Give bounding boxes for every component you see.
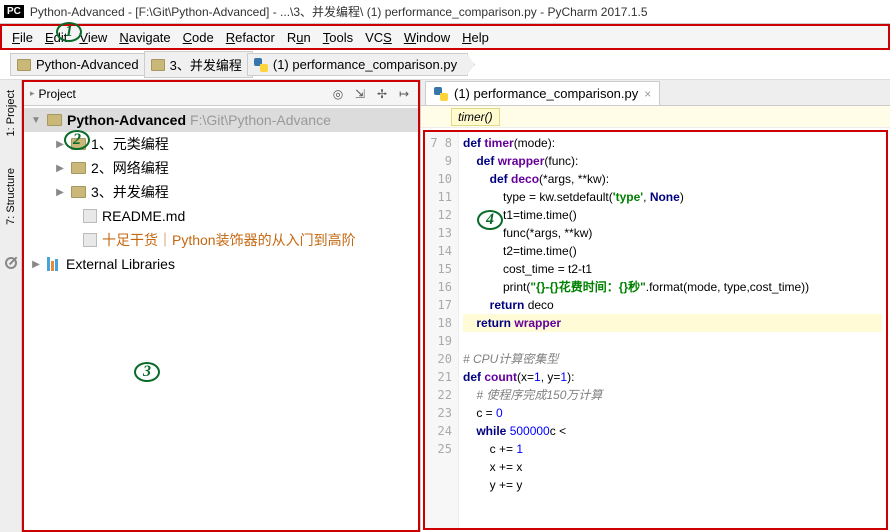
window-title: Python-Advanced - [F:\Git\Python-Advance… <box>30 3 648 20</box>
breadcrumb-item[interactable]: Python-Advanced <box>10 53 150 76</box>
side-tabs: 1: Project 7: Structure <box>0 80 22 532</box>
editor-tabs: (1) performance_comparison.py × <box>421 80 890 106</box>
menu-item[interactable]: Run <box>281 28 317 47</box>
project-header-title[interactable]: Project <box>30 87 330 101</box>
app-badge: PC <box>4 5 24 18</box>
editor-breadcrumb: timer() <box>421 106 890 128</box>
menu-item[interactable]: VCS <box>359 28 398 47</box>
close-icon[interactable]: × <box>644 87 651 101</box>
code-area[interactable]: 7 8 9 10 11 12 13 14 15 16 17 18 19 20 2… <box>423 130 888 530</box>
editor-tab-label: (1) performance_comparison.py <box>454 86 638 101</box>
tree-file[interactable]: 十足干货｜Python装饰器的从入门到高阶 <box>24 228 418 252</box>
tree-root[interactable]: ▼Python-Advanced F:\Git\Python-Advance <box>24 108 418 132</box>
editor-pane: (1) performance_comparison.py × timer() … <box>420 80 890 532</box>
project-pane: Project ◎ ⇲ ✢ ↦ ▼Python-Advanced F:\Git\… <box>22 80 420 532</box>
python-icon <box>434 87 448 101</box>
menu-item[interactable]: Window <box>398 28 456 47</box>
editor-crumb-chip[interactable]: timer() <box>451 108 500 126</box>
project-header: Project ◎ ⇲ ✢ ↦ <box>24 82 418 106</box>
menu-item[interactable]: Edit <box>39 28 73 47</box>
tool-collapse-icon[interactable]: ⇲ <box>352 86 368 102</box>
tree-file[interactable]: README.md <box>24 204 418 228</box>
project-tree[interactable]: ▼Python-Advanced F:\Git\Python-Advance▶1… <box>24 106 418 530</box>
tool-gear-icon[interactable]: ✢ <box>374 86 390 102</box>
breadcrumb-item[interactable]: 3、并发编程 <box>144 51 253 78</box>
breadcrumb: Python-Advanced3、并发编程(1) performance_com… <box>0 50 890 80</box>
gutter: 7 8 9 10 11 12 13 14 15 16 17 18 19 20 2… <box>425 132 459 528</box>
main-area: 1: Project 7: Structure Project ◎ ⇲ ✢ ↦ … <box>0 80 890 532</box>
code[interactable]: def timer(mode): def wrapper(func): def … <box>459 132 886 528</box>
menu-item[interactable]: Help <box>456 28 495 47</box>
menu-item[interactable]: Code <box>177 28 220 47</box>
tool-hide-icon[interactable]: ↦ <box>396 86 412 102</box>
tree-folder[interactable]: ▶3、并发编程 <box>24 180 418 204</box>
menu-item[interactable]: Tools <box>317 28 359 47</box>
git-icon[interactable] <box>2 255 19 272</box>
tree-folder[interactable]: ▶1、元类编程 <box>24 132 418 156</box>
editor-tab[interactable]: (1) performance_comparison.py × <box>425 81 660 105</box>
menu-bar: FileEditViewNavigateCodeRefactorRunTools… <box>0 24 890 50</box>
menu-item[interactable]: View <box>73 28 113 47</box>
side-tab-project[interactable]: 1: Project <box>3 84 19 142</box>
menu-item[interactable]: Refactor <box>220 28 281 47</box>
tool-target-icon[interactable]: ◎ <box>330 86 346 102</box>
breadcrumb-item[interactable]: (1) performance_comparison.py <box>247 53 468 76</box>
menu-item[interactable]: File <box>6 28 39 47</box>
tree-folder[interactable]: ▶2、网络编程 <box>24 156 418 180</box>
title-bar: PC Python-Advanced - [F:\Git\Python-Adva… <box>0 0 890 24</box>
side-tab-structure[interactable]: 7: Structure <box>3 162 19 231</box>
tree-external[interactable]: ▶External Libraries <box>24 252 418 276</box>
menu-item[interactable]: Navigate <box>113 28 176 47</box>
